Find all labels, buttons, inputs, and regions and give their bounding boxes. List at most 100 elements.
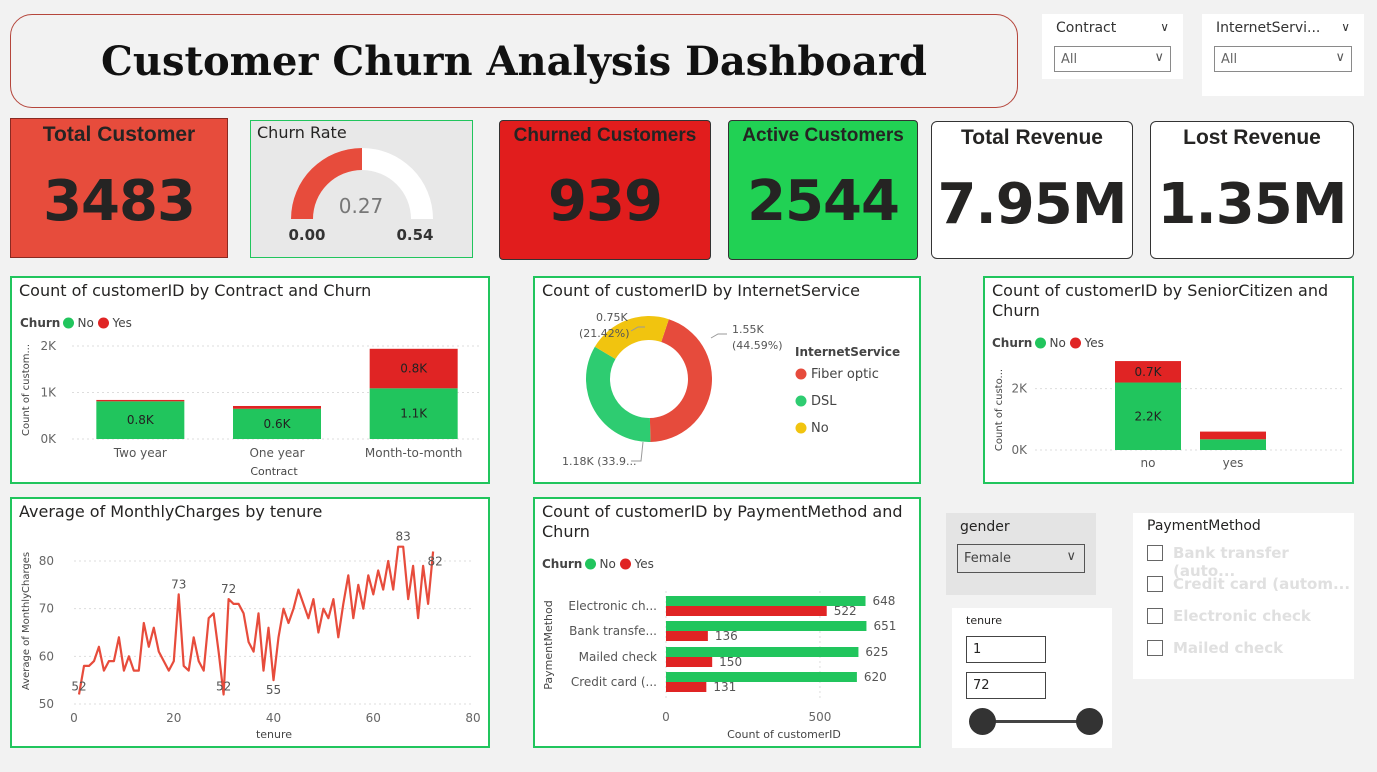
x-tick-label: One year bbox=[249, 446, 304, 460]
contract-slicer[interactable]: Contract ∨ All ∨ bbox=[1042, 14, 1183, 79]
x-tick-label: no bbox=[1141, 456, 1156, 470]
data-label: 1.1K bbox=[400, 407, 428, 421]
data-label: 83 bbox=[396, 530, 411, 544]
gauge-max: 0.54 bbox=[396, 226, 433, 244]
donut-slice bbox=[586, 346, 651, 442]
legend-no-label: No bbox=[1050, 336, 1066, 350]
payment-slicer[interactable]: PaymentMethod Bank transfer (auto... Cre… bbox=[1133, 513, 1354, 679]
legend-yes-marker bbox=[1070, 337, 1081, 349]
contract-chart: Churn No Yes 0K 1K 2K Count of custom... 0.8K Tw… bbox=[20, 316, 482, 478]
payment-chart-panel: Count of customerID by PaymentMethod and… bbox=[533, 497, 921, 748]
data-label: 150 bbox=[719, 655, 742, 669]
chevron-down-icon: ∨ bbox=[1066, 549, 1076, 564]
tenure-slider-track[interactable] bbox=[982, 720, 1090, 723]
contract-dropdown[interactable]: All ∨ bbox=[1054, 46, 1171, 72]
y-tick-label: 80 bbox=[39, 554, 54, 568]
chevron-down-icon[interactable]: ∨ bbox=[1341, 20, 1350, 34]
contract-chart-panel: Count of customerID by Contract and Chur… bbox=[10, 276, 490, 484]
payment-option-label: Electronic check bbox=[1173, 607, 1311, 625]
data-label: 625 bbox=[865, 645, 888, 659]
data-label: 0.8K bbox=[400, 362, 428, 376]
internet-chart-panel: Count of customerID by InternetService 1… bbox=[533, 276, 921, 484]
total-customer-card: Total Customer 3483 bbox=[10, 118, 228, 258]
monthly-chart: 50 60 70 80 0 20 40 60 80 Average of MonthlyCharg… bbox=[21, 530, 481, 741]
bar-yes bbox=[666, 657, 713, 667]
bar-yes bbox=[666, 682, 707, 692]
legend-label: DSL bbox=[811, 394, 837, 409]
lost-revenue-card: Lost Revenue 1.35M bbox=[1150, 121, 1354, 259]
bar-yes bbox=[666, 606, 827, 616]
lost-revenue-value: 1.35M bbox=[1157, 172, 1348, 237]
data-label: 52 bbox=[216, 679, 231, 693]
y-axis-label: PaymentMethod bbox=[542, 600, 555, 689]
internet-dropdown[interactable]: All ∨ bbox=[1214, 46, 1352, 72]
internet-chart: 1.55K (44.59%) 1.18K (33.9... 0.75K (21.42%)… bbox=[562, 311, 900, 468]
tenure-slicer[interactable]: tenure 1 72 bbox=[952, 608, 1112, 748]
legend-yes-marker bbox=[620, 558, 631, 570]
bar-no bbox=[1200, 439, 1266, 450]
gender-dropdown[interactable]: Female ∨ bbox=[957, 544, 1085, 573]
y-axis-label: Average of MonthlyCharges bbox=[21, 552, 32, 690]
data-label: 72 bbox=[221, 582, 236, 596]
y-tick-label: Mailed check bbox=[579, 650, 657, 664]
legend-no-label: No bbox=[600, 557, 616, 571]
x-tick-label: 0 bbox=[70, 711, 78, 725]
legend-yes-label: Yes bbox=[634, 557, 654, 571]
data-label: 1.18K (33.9... bbox=[562, 455, 636, 468]
total-revenue-card: Total Revenue 7.95M bbox=[931, 121, 1133, 259]
data-label: 73 bbox=[171, 577, 186, 591]
legend-marker bbox=[795, 395, 807, 407]
internet-slicer[interactable]: InternetServi... ∨ All ∨ bbox=[1202, 14, 1364, 96]
active-customers-value: 2544 bbox=[747, 169, 900, 234]
y-tick-label: 50 bbox=[39, 697, 54, 711]
data-label: 0.7K bbox=[1135, 365, 1163, 379]
data-label: 522 bbox=[834, 604, 857, 618]
legend-no-marker bbox=[63, 317, 74, 329]
legend-no-marker bbox=[1035, 337, 1046, 349]
data-label: 131 bbox=[713, 680, 736, 694]
x-tick-label: 60 bbox=[366, 711, 381, 725]
line-series bbox=[77, 545, 435, 696]
y-axis-label: Count of custom... bbox=[21, 344, 32, 436]
legend-title: Churn bbox=[20, 316, 60, 330]
gauge-value: 0.27 bbox=[339, 194, 384, 218]
payment-option-checkbox[interactable] bbox=[1147, 576, 1163, 592]
chevron-down-icon[interactable]: ∨ bbox=[1160, 20, 1169, 34]
x-tick-label: 0 bbox=[662, 710, 670, 724]
churned-customers-value: 939 bbox=[548, 169, 663, 234]
legend-label: Fiber optic bbox=[811, 367, 879, 382]
data-label: 2.2K bbox=[1135, 409, 1163, 423]
lost-revenue-label: Lost Revenue bbox=[1183, 126, 1321, 149]
churned-customers-card: Churned Customers 939 bbox=[499, 120, 711, 260]
total-revenue-value: 7.95M bbox=[937, 172, 1128, 237]
legend-title: Churn bbox=[992, 336, 1032, 350]
y-tick-label: 0K bbox=[1011, 443, 1028, 457]
x-axis-label: Count of customerID bbox=[727, 728, 841, 741]
total-customer-label: Total Customer bbox=[42, 123, 196, 146]
payment-option-checkbox[interactable] bbox=[1147, 640, 1163, 656]
gender-slicer[interactable]: gender Female ∨ bbox=[946, 513, 1096, 595]
payment-option-label: Credit card (autom... bbox=[1173, 575, 1351, 593]
x-axis-label: tenure bbox=[256, 728, 292, 741]
tenure-slicer-label: tenure bbox=[966, 614, 1003, 627]
tenure-slider-max-handle[interactable] bbox=[1076, 708, 1103, 735]
tenure-max-input[interactable]: 72 bbox=[966, 672, 1046, 699]
bar-yes bbox=[1200, 431, 1266, 440]
tenure-min-input[interactable]: 1 bbox=[966, 636, 1046, 663]
data-label: (21.42%) bbox=[579, 327, 630, 340]
tenure-slider-min-handle[interactable] bbox=[969, 708, 996, 735]
x-axis-label: Contract bbox=[250, 465, 298, 478]
payment-option-checkbox[interactable] bbox=[1147, 608, 1163, 624]
payment-option-checkbox[interactable] bbox=[1147, 545, 1163, 561]
data-label: 0.6K bbox=[264, 417, 292, 431]
dashboard-title-box: Customer Churn Analysis Dashboard bbox=[10, 14, 1018, 108]
gender-value: Female bbox=[964, 551, 1012, 566]
legend-yes-label: Yes bbox=[112, 316, 132, 330]
y-tick-label: Electronic ch... bbox=[568, 599, 657, 613]
x-tick-label: 20 bbox=[166, 711, 181, 725]
y-tick-label: 2K bbox=[40, 339, 57, 353]
legend-marker bbox=[795, 368, 807, 380]
chevron-down-icon: ∨ bbox=[1335, 50, 1345, 65]
data-label: 52 bbox=[71, 679, 86, 693]
data-label: 82 bbox=[427, 554, 442, 568]
